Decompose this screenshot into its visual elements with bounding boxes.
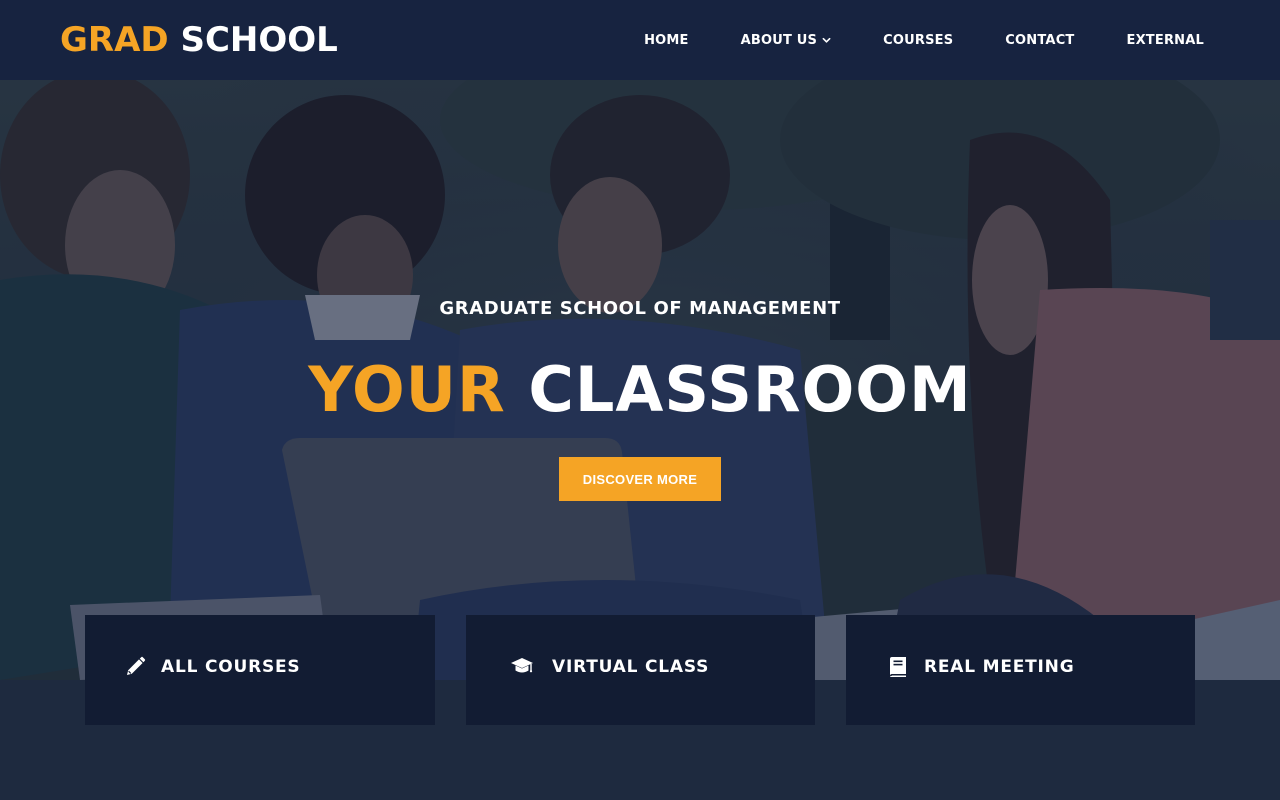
hero-subtitle: GRADUATE SCHOOL OF MANAGEMENT <box>439 298 841 319</box>
site-logo[interactable]: GRAD SCHOOL <box>60 20 338 60</box>
logo-accent: GRAD <box>60 20 169 60</box>
graduation-cap-icon <box>511 658 533 673</box>
hero-title-main: CLASSROOM <box>528 353 972 426</box>
nav-item-label: CONTACT <box>1005 32 1075 48</box>
nav-item-label: HOME <box>644 32 689 48</box>
feature-card-all-courses[interactable]: ALL COURSES <box>85 615 435 725</box>
discover-more-button[interactable]: DISCOVER MORE <box>559 457 721 501</box>
nav-item-courses[interactable]: COURSES <box>883 33 953 48</box>
feature-card-label: VIRTUAL CLASS <box>552 657 710 677</box>
nav-item-about-us[interactable]: ABOUT US <box>741 33 832 48</box>
feature-card-real-meeting[interactable]: REAL MEETING <box>846 615 1195 725</box>
site-header: GRAD SCHOOL HOME ABOUT US COURSES CONTAC… <box>0 0 1280 80</box>
nav-item-label: COURSES <box>883 32 954 48</box>
nav-item-contact[interactable]: CONTACT <box>1005 33 1074 48</box>
book-icon <box>890 657 906 677</box>
nav-item-home[interactable]: HOME <box>644 33 689 48</box>
logo-main: SCHOOL <box>180 20 338 60</box>
hero-title-accent: YOUR <box>308 353 506 426</box>
nav-item-label: ABOUT US <box>740 32 818 48</box>
pencil-icon <box>127 656 146 675</box>
nav-item-external[interactable]: EXTERNAL <box>1127 33 1205 48</box>
nav-item-label: EXTERNAL <box>1126 32 1204 48</box>
feature-card-virtual-class[interactable]: VIRTUAL CLASS <box>466 615 815 725</box>
main-nav: HOME ABOUT US COURSES CONTACT EXTERNAL <box>644 0 1204 80</box>
feature-card-label: ALL COURSES <box>161 657 301 677</box>
chevron-down-icon <box>822 37 831 43</box>
hero-title: YOUR CLASSROOM <box>0 352 1280 428</box>
feature-card-label: REAL MEETING <box>924 657 1075 677</box>
